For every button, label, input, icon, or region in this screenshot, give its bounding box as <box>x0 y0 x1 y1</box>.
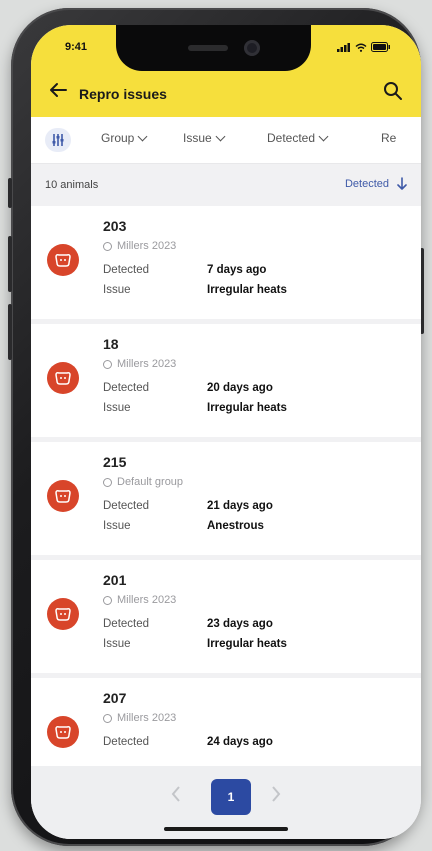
home-indicator <box>164 827 288 831</box>
list-header: 10 animals Detected <box>31 164 421 206</box>
filter-label: Re <box>381 131 397 145</box>
animal-group: Millers 2023 <box>103 594 176 606</box>
cow-glyph <box>55 254 71 267</box>
system-icons <box>337 42 391 52</box>
group-name: Millers 2023 <box>117 712 177 724</box>
issue-label: Issue <box>103 284 131 296</box>
filter-detected[interactable]: Detected <box>267 131 329 145</box>
status-time: 9:41 <box>65 41 88 53</box>
filter-label: Detected <box>267 131 316 145</box>
list-item[interactable]: 215 Default group Detected 21 days ago I… <box>31 442 421 555</box>
group-name: Millers 2023 <box>117 594 177 606</box>
detected-label: Detected <box>103 500 150 512</box>
animal-group: Millers 2023 <box>103 240 176 252</box>
animal-id: 203 <box>103 218 127 234</box>
previous-page-button[interactable] <box>171 786 181 807</box>
filter-bar: Group Issue Detected Re <box>31 117 421 164</box>
issue-value: Irregular heats <box>207 402 287 414</box>
animal-group: Millers 2023 <box>103 712 176 724</box>
issue-label: Issue <box>103 638 131 650</box>
chevron-left-icon <box>171 786 180 802</box>
group-icon <box>103 713 112 723</box>
detected-value: 7 days ago <box>207 264 267 276</box>
cow-icon <box>47 362 79 394</box>
signal-icon <box>337 42 350 52</box>
list-item[interactable]: 18 Millers 2023 Detected 20 days ago Iss… <box>31 324 421 437</box>
current-page[interactable]: 1 <box>211 779 251 815</box>
page-title: Repro issues <box>79 86 167 102</box>
arrow-down-icon <box>397 177 407 190</box>
app-bar: Repro issues <box>31 69 421 117</box>
volume-up-button <box>8 236 12 292</box>
issue-value: Anestrous <box>207 520 264 532</box>
chevron-down-icon <box>318 131 329 141</box>
animal-id: 207 <box>103 690 127 706</box>
animal-group: Default group <box>103 476 183 488</box>
speaker <box>188 45 228 51</box>
wifi-icon <box>355 43 367 52</box>
group-name: Millers 2023 <box>117 358 177 370</box>
issue-value: Irregular heats <box>207 284 287 296</box>
next-page-button[interactable] <box>271 786 281 807</box>
group-icon <box>103 477 112 487</box>
chevron-down-icon <box>137 131 148 141</box>
filter-more[interactable]: Re <box>381 131 396 145</box>
detected-value: 21 days ago <box>207 500 273 512</box>
group-icon <box>103 595 112 605</box>
detected-value: 24 days ago <box>207 736 273 748</box>
camera <box>244 40 260 56</box>
sort-label: Detected <box>344 177 389 190</box>
list-item[interactable]: 201 Millers 2023 Detected 23 days ago Is… <box>31 560 421 673</box>
detected-value: 23 days ago <box>207 618 273 630</box>
group-icon <box>103 359 112 369</box>
search-icon <box>384 82 402 100</box>
cow-icon <box>47 598 79 630</box>
battery-icon <box>371 42 390 52</box>
filter-settings-button[interactable] <box>45 128 71 152</box>
back-button[interactable] <box>49 82 67 102</box>
arrow-left-icon <box>50 83 67 97</box>
filter-label: Group <box>101 131 135 145</box>
list-item[interactable]: 203 Millers 2023 Detected 7 days ago Iss… <box>31 206 421 319</box>
group-name: Default group <box>117 476 184 488</box>
detected-label: Detected <box>103 264 150 276</box>
cow-icon <box>47 480 79 512</box>
filter-label: Issue <box>183 131 212 145</box>
issue-label: Issue <box>103 520 131 532</box>
sliders-icon <box>52 134 64 146</box>
animal-id: 201 <box>103 572 127 588</box>
cow-glyph <box>55 490 71 503</box>
cow-glyph <box>55 372 71 385</box>
animal-id: 215 <box>103 454 127 470</box>
group-icon <box>103 241 112 251</box>
animal-list: 203 Millers 2023 Detected 7 days ago Iss… <box>31 206 421 766</box>
chevron-right-icon <box>272 786 281 802</box>
detected-label: Detected <box>103 736 150 748</box>
animal-id: 18 <box>103 336 119 352</box>
screen: 9:41 Repro issues Group Issue Detected R… <box>31 25 421 839</box>
cow-glyph <box>55 608 71 621</box>
animal-group: Millers 2023 <box>103 358 176 370</box>
sort-button[interactable]: Detected <box>345 177 407 190</box>
animal-count: 10 animals <box>45 179 99 191</box>
volume-down-button <box>8 304 12 360</box>
detected-value: 20 days ago <box>207 382 273 394</box>
chevron-down-icon <box>215 131 226 141</box>
cow-glyph <box>55 726 71 739</box>
detected-label: Detected <box>103 382 150 394</box>
filter-issue[interactable]: Issue <box>183 131 226 145</box>
mute-switch <box>8 178 12 208</box>
group-name: Millers 2023 <box>117 240 177 252</box>
filter-group[interactable]: Group <box>101 131 148 145</box>
search-button[interactable] <box>383 81 403 106</box>
detected-label: Detected <box>103 618 150 630</box>
phone-frame: 9:41 Repro issues Group Issue Detected R… <box>8 8 424 846</box>
notch <box>116 25 311 71</box>
cow-icon <box>47 716 79 748</box>
issue-label: Issue <box>103 402 131 414</box>
issue-value: Irregular heats <box>207 638 287 650</box>
list-item[interactable]: 207 Millers 2023 Detected 24 days ago <box>31 678 421 766</box>
cow-icon <box>47 244 79 276</box>
